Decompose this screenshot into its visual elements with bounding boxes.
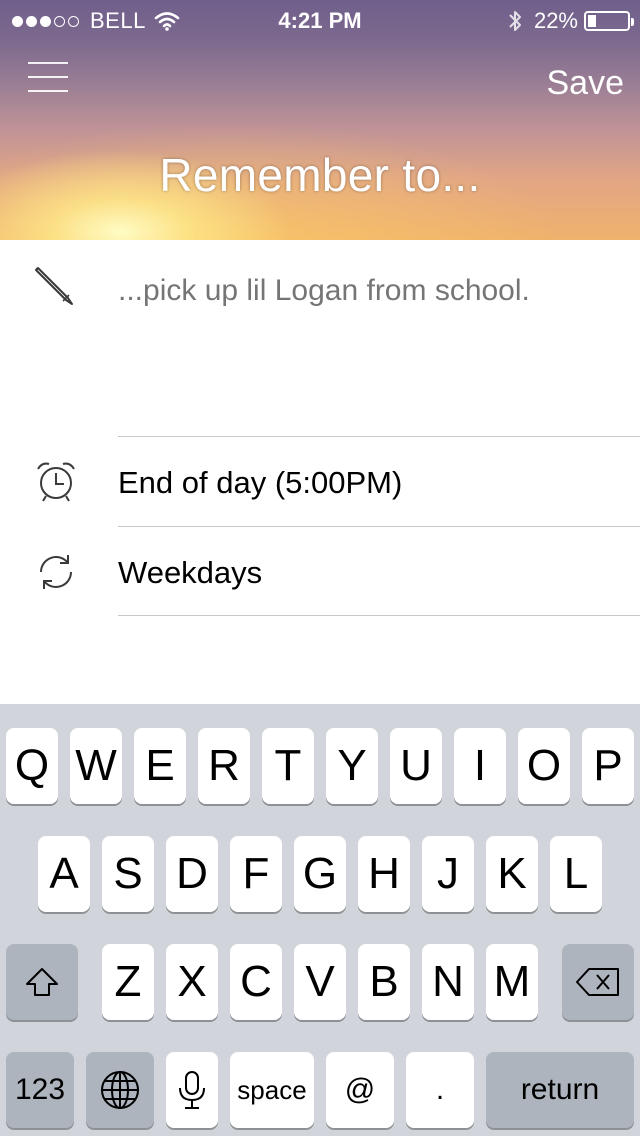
battery-icon — [584, 11, 634, 31]
repeat-setting[interactable]: Weekdays — [118, 555, 262, 591]
key-a[interactable]: A — [38, 836, 90, 912]
keyboard: Q W E R T Y U I O P A S D F G H J K L Z … — [0, 704, 640, 1136]
backspace-icon — [576, 968, 619, 996]
pencil-icon — [35, 267, 73, 305]
key-y[interactable]: Y — [326, 728, 378, 804]
globe-key[interactable] — [86, 1052, 154, 1128]
key-c[interactable]: C — [230, 944, 282, 1020]
hamburger-menu-icon[interactable] — [28, 62, 68, 92]
key-x[interactable]: X — [166, 944, 218, 1020]
key-w[interactable]: W — [70, 728, 122, 804]
divider — [118, 526, 640, 527]
key-n[interactable]: N — [422, 944, 474, 1020]
header: BELL 4:21 PM 22% Save Remember to... — [0, 0, 640, 240]
battery-percent: 22% — [533, 8, 578, 33]
key-b[interactable]: B — [358, 944, 410, 1020]
key-i[interactable]: I — [454, 728, 506, 804]
key-r[interactable]: R — [198, 728, 250, 804]
key-s[interactable]: S — [102, 836, 154, 912]
space-key[interactable]: space — [230, 1052, 314, 1128]
key-d[interactable]: D — [166, 836, 218, 912]
key-k[interactable]: K — [486, 836, 538, 912]
key-l[interactable]: L — [550, 836, 602, 912]
key-h[interactable]: H — [358, 836, 410, 912]
status-right: 22% — [508, 8, 634, 34]
divider — [118, 436, 640, 437]
key-v[interactable]: V — [294, 944, 346, 1020]
period-key[interactable]: . — [406, 1052, 474, 1128]
key-p[interactable]: P — [582, 728, 634, 804]
task-input[interactable] — [118, 274, 628, 308]
key-f[interactable]: F — [230, 836, 282, 912]
key-t[interactable]: T — [262, 728, 314, 804]
delete-key[interactable] — [562, 944, 634, 1020]
alarm-clock-icon — [37, 462, 75, 502]
key-z[interactable]: Z — [102, 944, 154, 1020]
divider — [118, 615, 640, 616]
save-button[interactable]: Save — [547, 64, 625, 103]
page-title: Remember to... — [159, 149, 481, 201]
key-g[interactable]: G — [294, 836, 346, 912]
status-bar: BELL 4:21 PM 22% — [0, 0, 640, 40]
reminder-time[interactable]: End of day (5:00PM) — [118, 465, 402, 501]
key-q[interactable]: Q — [6, 728, 58, 804]
key-o[interactable]: O — [518, 728, 570, 804]
shift-arrow-icon — [26, 968, 58, 996]
globe-icon — [101, 1071, 139, 1109]
key-j[interactable]: J — [422, 836, 474, 912]
at-key[interactable]: @ — [326, 1052, 394, 1128]
key-m[interactable]: M — [486, 944, 538, 1020]
key-u[interactable]: U — [390, 728, 442, 804]
key-e[interactable]: E — [134, 728, 186, 804]
microphone-icon — [179, 1071, 205, 1109]
bluetooth-icon — [509, 11, 521, 31]
microphone-key[interactable] — [166, 1052, 218, 1128]
shift-key[interactable] — [6, 944, 78, 1020]
numbers-key[interactable]: 123 — [6, 1052, 74, 1128]
return-key[interactable]: return — [486, 1052, 634, 1128]
repeat-icon — [40, 555, 72, 589]
